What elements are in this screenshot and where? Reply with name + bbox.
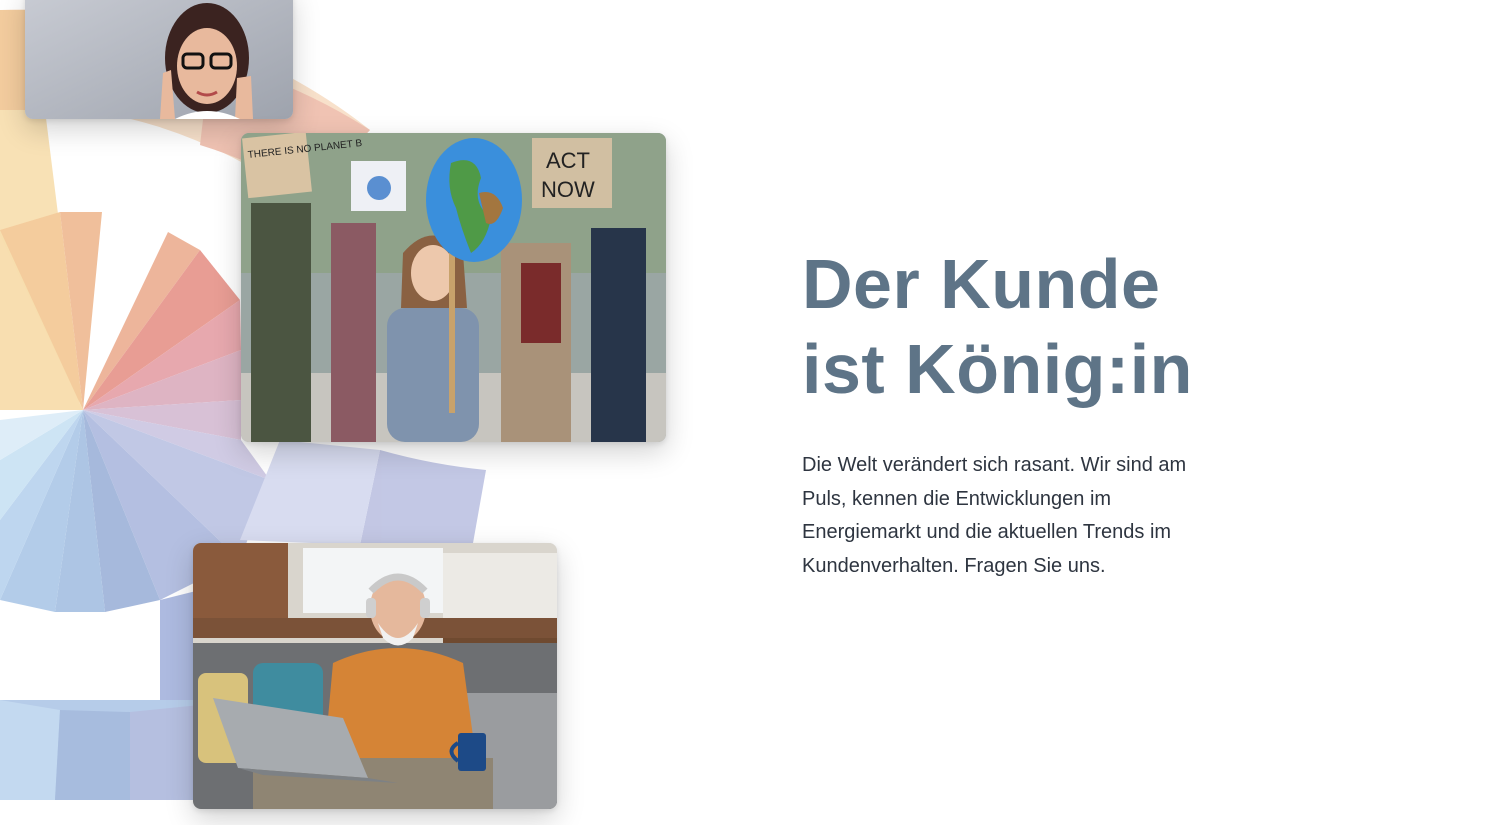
svg-text:ACT: ACT — [546, 148, 590, 173]
page: THERE IS NO PLANET B ACT NOW Der Kunde i… — [0, 0, 1502, 825]
photo-climate-protest: THERE IS NO PLANET B ACT NOW — [241, 133, 666, 442]
senior-man-headphones-laptop-icon — [193, 543, 557, 809]
hero-headline-line1: Der Kunde — [802, 245, 1161, 323]
hero-headline: Der Kunde ist König:in — [802, 242, 1242, 412]
photo-senior-laptop — [193, 543, 557, 809]
portrait-woman-glasses-icon — [25, 0, 293, 119]
protest-sign-right: ACT NOW — [532, 138, 612, 208]
svg-text:NOW: NOW — [541, 177, 595, 202]
hero-headline-line2: ist König:in — [802, 330, 1193, 408]
hero-body-text: Die Welt verändert sich rasant. Wir sind… — [802, 454, 1187, 577]
hero-text-block: Der Kunde ist König:in Die Welt veränder… — [802, 242, 1242, 583]
photo-woman-glasses — [25, 0, 293, 119]
climate-protest-icon: THERE IS NO PLANET B ACT NOW — [241, 133, 666, 442]
